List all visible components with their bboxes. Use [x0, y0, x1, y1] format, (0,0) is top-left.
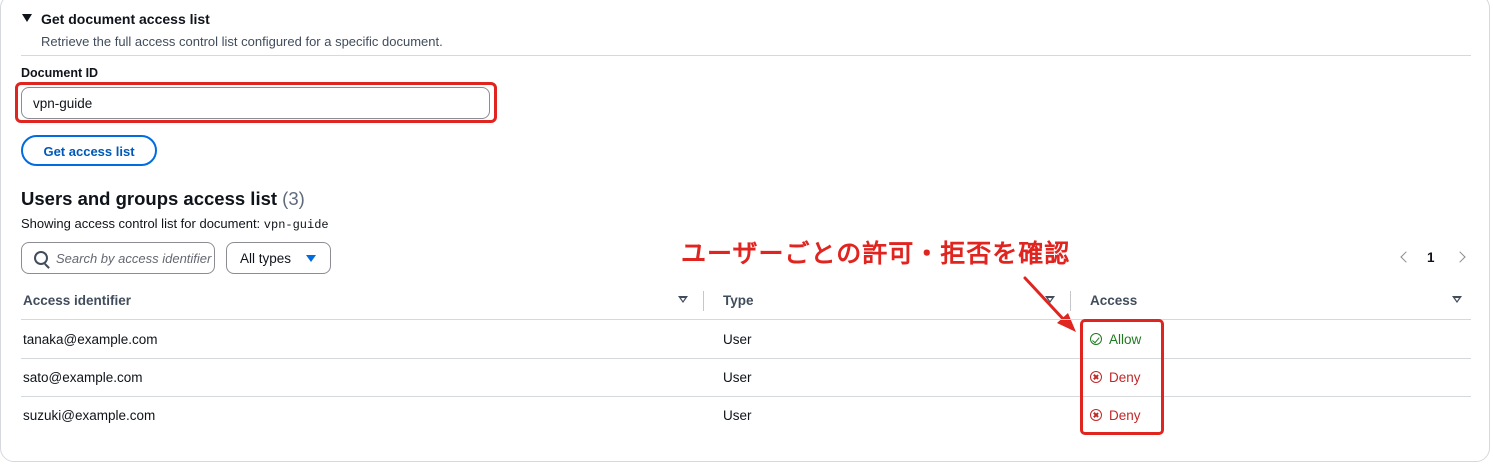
type-filter-value: All types	[240, 251, 292, 266]
arrow-icon	[1023, 276, 1076, 332]
section-title[interactable]: Get document access list	[41, 11, 210, 27]
column-header-access-identifier[interactable]: Access identifier	[23, 293, 131, 308]
column-header-access[interactable]: Access	[1090, 293, 1137, 308]
list-description: Showing access control list for document…	[21, 216, 329, 232]
row-divider	[21, 396, 1471, 397]
type-cell: User	[723, 332, 752, 347]
x-circle-icon	[1090, 409, 1102, 421]
divider	[21, 55, 1471, 56]
type-cell: User	[723, 370, 752, 385]
caret-down-icon[interactable]	[22, 14, 32, 22]
column-separator[interactable]	[1070, 291, 1071, 311]
list-description-doc: vpn-guide	[263, 218, 329, 232]
search-icon	[34, 251, 48, 265]
column-header-type[interactable]: Type	[723, 293, 754, 308]
row-divider	[21, 319, 1471, 320]
pagination-page[interactable]: 1	[1427, 250, 1435, 265]
pagination-previous[interactable]	[1398, 248, 1412, 268]
access-status-text: Deny	[1109, 370, 1141, 385]
get-access-list-button[interactable]: Get access list	[21, 135, 157, 166]
section-description: Retrieve the full access control list co…	[41, 34, 443, 49]
check-circle-icon	[1090, 333, 1102, 345]
document-id-label: Document ID	[21, 66, 99, 80]
access-status-text: Allow	[1109, 332, 1142, 347]
chevron-left-icon	[1400, 251, 1412, 263]
dropdown-triangle-icon	[306, 255, 316, 262]
list-title: Users and groups access list (3)	[21, 188, 305, 210]
sort-icon[interactable]	[1045, 296, 1055, 303]
access-identifier-cell: suzuki@example.com	[23, 408, 156, 423]
column-separator[interactable]	[703, 291, 704, 311]
sort-icon[interactable]	[1452, 296, 1462, 303]
access-identifier-cell: tanaka@example.com	[23, 332, 158, 347]
access-identifier-cell: sato@example.com	[23, 370, 143, 385]
list-description-text: Showing access control list for document…	[21, 216, 261, 231]
access-status-text: Deny	[1109, 408, 1141, 423]
search-input[interactable]	[56, 243, 214, 273]
document-id-input[interactable]	[21, 87, 490, 119]
list-title-text: Users and groups access list	[21, 188, 278, 209]
sort-icon[interactable]	[678, 296, 688, 303]
search-box[interactable]	[21, 242, 215, 274]
row-divider	[21, 358, 1471, 359]
annotation-text: ユーザーごとの許可・拒否を確認	[681, 240, 1071, 268]
pagination-next[interactable]	[1454, 248, 1469, 268]
chevron-right-icon	[1454, 251, 1466, 263]
type-filter-select[interactable]: All types	[226, 242, 331, 274]
x-circle-icon	[1090, 371, 1102, 383]
type-cell: User	[723, 408, 752, 423]
list-count: (3)	[282, 188, 305, 209]
